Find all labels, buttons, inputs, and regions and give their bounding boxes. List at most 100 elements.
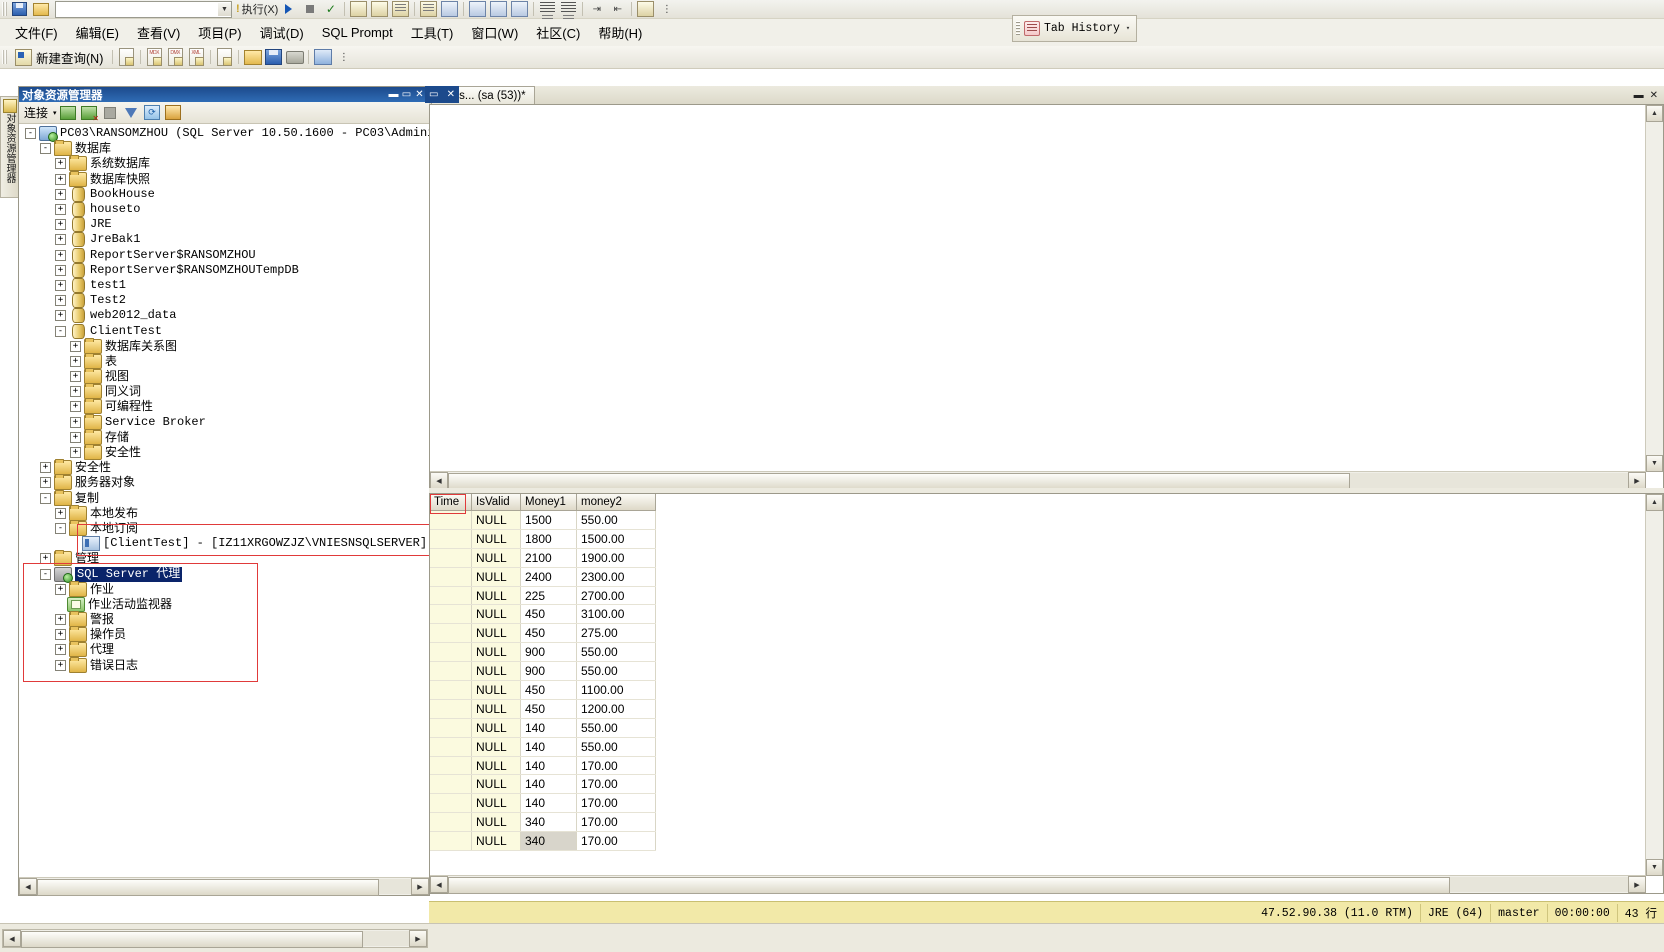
table-cell[interactable]: 900 <box>520 661 577 682</box>
object-explorer-icon[interactable] <box>313 49 332 65</box>
expand-icon[interactable]: + <box>55 279 66 291</box>
table-row[interactable]: NULL 140 550.00 <box>430 718 656 738</box>
auto-hide-icon[interactable]: ▭ <box>400 89 413 100</box>
menu-tools[interactable]: 工具(T) <box>402 20 463 45</box>
table-cell[interactable]: 170.00 <box>576 793 656 814</box>
editor-close-icon[interactable]: ✕ <box>447 89 455 100</box>
table-row[interactable]: NULL 140 550.00 <box>430 737 656 757</box>
table-cell[interactable] <box>430 548 472 568</box>
menu-file[interactable]: 文件(F) <box>6 20 67 45</box>
table-cell[interactable] <box>430 812 472 833</box>
tree-node[interactable]: + ReportServer$RANSOMZHOU <box>19 247 429 263</box>
tree-node[interactable]: - 数据库 <box>19 140 429 157</box>
table-cell[interactable]: NULL <box>471 586 521 606</box>
table-row[interactable]: NULL 450 275.00 <box>430 623 656 644</box>
scroll-right-icon[interactable]: ▶ <box>1628 472 1646 489</box>
table-cell[interactable]: NULL <box>471 529 521 549</box>
new-dmx-query-icon[interactable]: DMX <box>166 48 185 66</box>
outdent-icon[interactable]: ⇤ <box>608 1 627 17</box>
expand-icon[interactable]: + <box>55 234 66 246</box>
table-cell[interactable] <box>430 642 472 663</box>
table-cell[interactable] <box>430 623 472 644</box>
table-cell[interactable]: NULL <box>471 604 521 625</box>
tree-node[interactable]: + 安全性 <box>19 444 429 461</box>
table-row[interactable]: NULL 1500 550.00 <box>430 510 656 530</box>
table-cell[interactable]: NULL <box>471 774 521 795</box>
filter-icon[interactable] <box>122 104 141 121</box>
expand-icon[interactable]: + <box>55 219 66 231</box>
expand-icon[interactable]: + <box>70 386 81 398</box>
toolbar-grip[interactable] <box>2 2 7 16</box>
scroll-left-icon[interactable]: ◀ <box>3 930 21 947</box>
minimize-icon[interactable]: ▬ <box>387 89 400 100</box>
table-cell[interactable] <box>430 604 472 625</box>
table-cell[interactable] <box>430 510 472 530</box>
tab-history-toolbar[interactable]: Tab History ▾ <box>1012 15 1138 42</box>
menu-help[interactable]: 帮助(H) <box>589 20 651 45</box>
include-actual-plan-icon[interactable] <box>370 1 389 17</box>
menu-edit[interactable]: 编辑(E) <box>67 20 128 45</box>
results-table[interactable]: Time IsValid Money1 money2 NULL 1500 550.00 NUL… <box>430 494 656 852</box>
table-row[interactable]: NULL 450 1100.00 <box>430 680 656 700</box>
stop-icon[interactable] <box>300 1 319 17</box>
table-cell[interactable]: 450 <box>520 604 577 625</box>
tree-node[interactable]: + 错误日志 <box>19 656 429 673</box>
table-cell[interactable]: 170.00 <box>576 812 656 833</box>
table-row[interactable]: NULL 225 2700.00 <box>430 586 656 606</box>
scroll-left-icon[interactable]: ◀ <box>19 878 37 895</box>
editor-hscrollbar[interactable]: ◀ ▶ <box>430 471 1646 490</box>
scroll-left-icon[interactable]: ◀ <box>430 472 448 489</box>
table-cell[interactable]: 170.00 <box>576 774 656 795</box>
table-cell[interactable]: 340 <box>520 812 577 833</box>
expand-icon[interactable]: + <box>55 507 66 519</box>
tree-node[interactable]: + BookHouse <box>19 186 429 202</box>
table-row[interactable]: NULL 450 3100.00 <box>430 604 656 625</box>
scroll-right-icon[interactable]: ▶ <box>411 878 429 895</box>
table-cell[interactable] <box>430 756 472 776</box>
table-cell[interactable]: NULL <box>471 831 521 852</box>
hscroll-thumb[interactable] <box>37 879 379 896</box>
table-cell[interactable]: 550.00 <box>576 737 656 757</box>
editor-hscroll-track[interactable] <box>448 473 1628 490</box>
table-cell[interactable]: 450 <box>520 680 577 700</box>
print-icon[interactable] <box>285 49 304 65</box>
tree-node[interactable]: + 数据库快照 <box>19 170 429 187</box>
expand-icon[interactable]: + <box>55 264 66 276</box>
toolbar-grip-2[interactable] <box>2 50 7 64</box>
results-vscrollbar[interactable]: ▲ ▼ <box>1645 494 1663 876</box>
menu-debug[interactable]: 调试(D) <box>251 20 313 45</box>
expand-icon[interactable]: + <box>55 614 66 626</box>
table-cell[interactable]: 1500.00 <box>576 529 656 549</box>
tree-node[interactable]: + web2012_data <box>19 308 429 324</box>
expand-icon[interactable]: + <box>70 431 81 443</box>
table-cell[interactable]: NULL <box>471 793 521 814</box>
document-minimize-icon[interactable]: ▬ <box>1634 90 1644 101</box>
collapse-icon[interactable]: - <box>55 325 66 337</box>
tree-node[interactable]: + test1 <box>19 277 429 293</box>
stop-icon[interactable] <box>101 104 120 121</box>
table-cell[interactable]: NULL <box>471 680 521 700</box>
table-row[interactable]: NULL 140 170.00 <box>430 774 656 795</box>
expand-icon[interactable]: + <box>55 629 66 641</box>
tree-node[interactable]: + ReportServer$RANSOMZHOUTempDB <box>19 262 429 278</box>
expand-icon[interactable]: + <box>55 204 66 216</box>
tree-node[interactable]: + Test2 <box>19 293 429 309</box>
scroll-down-icon[interactable]: ▼ <box>1646 859 1663 876</box>
table-cell[interactable]: NULL <box>471 548 521 568</box>
hscroll-track[interactable] <box>37 879 411 896</box>
refresh-icon[interactable]: ⟳ <box>143 104 162 121</box>
indent-icon[interactable]: ⇥ <box>587 1 606 17</box>
menu-window[interactable]: 窗口(W) <box>462 20 527 45</box>
parse-icon[interactable]: ✓ <box>321 1 340 17</box>
table-cell[interactable]: 1500 <box>520 510 577 530</box>
sql-editor[interactable]: ▲ ▼ ◀ ▶ <box>429 104 1664 490</box>
disconnect-icon[interactable] <box>80 104 99 123</box>
tree-node[interactable]: + 警报 <box>19 611 429 628</box>
results-hscrollbar[interactable]: ◀ ▶ <box>430 875 1646 894</box>
display-estimated-plan-icon[interactable] <box>349 1 368 17</box>
table-cell[interactable]: 170.00 <box>576 756 656 776</box>
oe-bottom-thumb[interactable] <box>21 931 363 948</box>
chevron-down-icon[interactable]: ▾ <box>1126 24 1130 33</box>
tree-node[interactable]: + 视图 <box>19 368 429 385</box>
execute-button[interactable]: ! 执行(X) <box>236 1 278 17</box>
